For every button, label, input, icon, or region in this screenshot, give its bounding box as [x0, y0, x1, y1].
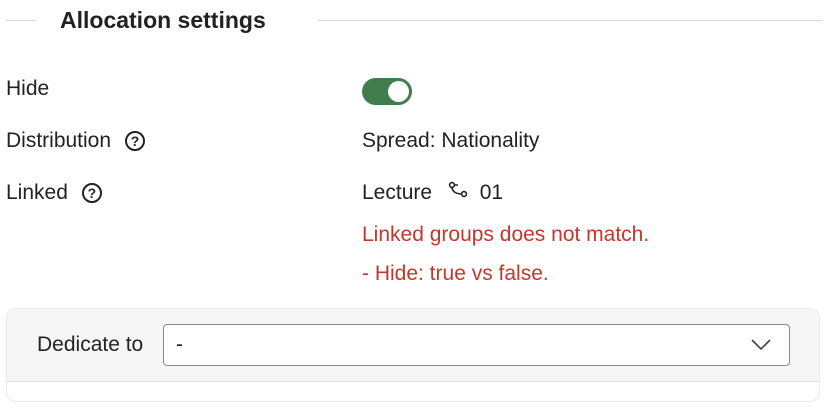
toggle-knob [388, 81, 409, 102]
linked-label: Linked [6, 181, 68, 204]
linked-value-suffix: 01 [479, 181, 504, 204]
hide-label: Hide [6, 77, 50, 100]
section-title: Allocation settings [60, 7, 266, 33]
hide-row: Hide [6, 75, 49, 103]
dedicate-panel: Dedicate to - [6, 308, 820, 402]
hide-toggle[interactable] [362, 78, 412, 105]
section-header: Allocation settings [0, 0, 822, 40]
divider-left [6, 20, 36, 21]
chevron-down-icon [751, 338, 771, 356]
linked-value-prefix: Lecture [362, 181, 433, 204]
panel-footer [7, 382, 819, 401]
dedicate-select[interactable]: - [163, 324, 790, 366]
panel-divider [7, 381, 819, 382]
linked-error-message: Linked groups does not match. [362, 223, 650, 246]
distribution-row: Distribution ? [6, 127, 146, 155]
dedicate-selected-value: - [176, 333, 183, 356]
dedicate-label: Dedicate to [37, 333, 144, 356]
divider-right [318, 20, 822, 21]
help-icon[interactable]: ? [81, 183, 102, 203]
linked-row: Linked ? [6, 179, 102, 207]
link-branch-icon [448, 179, 468, 207]
distribution-label: Distribution [6, 129, 112, 152]
distribution-value: Spread: Nationality [362, 129, 540, 152]
linked-value: Lecture 01 [362, 179, 503, 207]
help-icon[interactable]: ? [125, 131, 146, 151]
linked-error-detail: - Hide: true vs false. [362, 262, 549, 285]
